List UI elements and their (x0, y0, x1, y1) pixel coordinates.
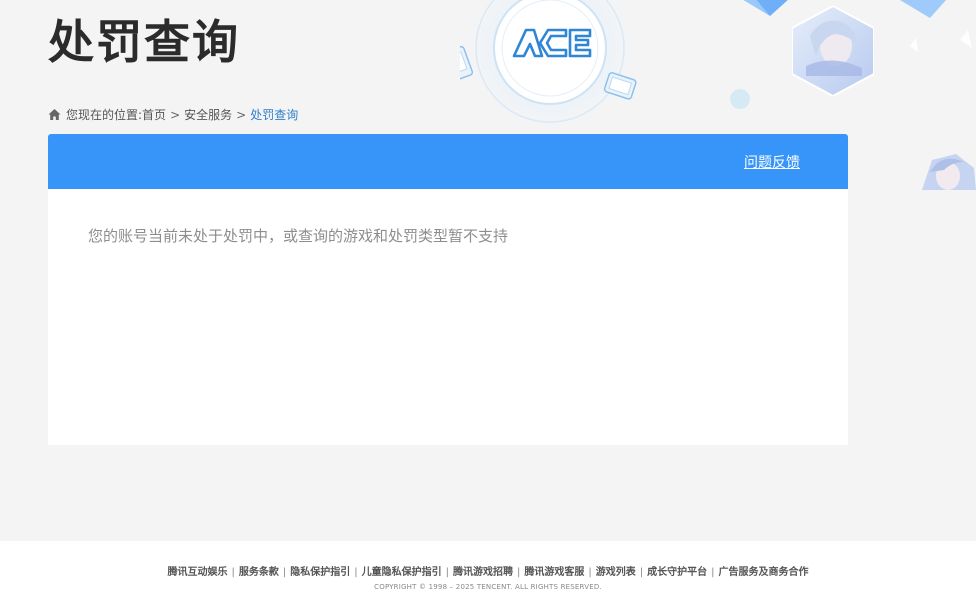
footer-separator: | (639, 567, 644, 578)
feedback-link[interactable]: 问题反馈 (744, 152, 800, 172)
copyright: COPYRIGHT © 1998 – 2025 TENCENT. ALL RIG… (374, 583, 602, 591)
footer-separator: | (282, 567, 287, 578)
footer-links: 腾讯互动娱乐 | 服务条款 | 隐私保护指引 | 儿童隐私保护指引 | 腾讯游戏招聘 | 腾讯游戏客… (0, 567, 976, 579)
footer-link-privacy[interactable]: 隐私保护指引 (290, 567, 350, 578)
footer: 腾讯互动娱乐 | 服务条款 | 隐私保护指引 | 儿童隐私保护指引 | 腾讯游戏招聘 | 腾讯游戏客… (0, 541, 976, 594)
home-icon (48, 109, 61, 120)
breadcrumb: 您现在的位置: 首页 > 安全服务 > 处罚查询 (48, 106, 298, 123)
footer-link-jobs[interactable]: 腾讯游戏招聘 (453, 567, 513, 578)
footer-separator: | (517, 567, 521, 578)
decor-bubble (730, 89, 750, 109)
card-header: 问题反馈 (48, 134, 848, 189)
result-card: 问题反馈 您的账号当前未处于处罚中，或查询的游戏和处罚类型暂不支持 (48, 134, 848, 445)
character-avatar-small (912, 152, 976, 190)
footer-link-growth-guard[interactable]: 成长守护平台 (647, 567, 707, 578)
breadcrumb-separator: > (236, 107, 247, 122)
footer-link-tencent-games[interactable]: 腾讯互动娱乐 (168, 567, 228, 578)
footer-link-child-privacy[interactable]: 儿童隐私保护指引 (362, 567, 442, 578)
card-body: 您的账号当前未处于处罚中，或查询的游戏和处罚类型暂不支持 (48, 189, 848, 282)
footer-separator: | (354, 567, 358, 578)
breadcrumb-prefix: 您现在的位置: (66, 108, 143, 122)
page-title: 处罚查询 (48, 15, 240, 69)
footer-link-game-list[interactable]: 游戏列表 (596, 567, 636, 578)
result-message: 您的账号当前未处于处罚中，或查询的游戏和处罚类型暂不支持 (88, 227, 509, 245)
breadcrumb-home-link[interactable]: 首页 (142, 106, 166, 123)
footer-link-ads-business[interactable]: 广告服务及商务合作 (719, 567, 809, 578)
footer-separator: | (231, 567, 235, 578)
breadcrumb-security-link[interactable]: 安全服务 (184, 106, 232, 123)
decor-shards (900, 0, 972, 52)
breadcrumb-current: 处罚查询 (250, 108, 299, 122)
footer-separator: | (445, 567, 449, 578)
breadcrumb-separator: > (170, 107, 181, 122)
footer-link-support[interactable]: 腾讯游戏客服 (524, 567, 584, 578)
footer-link-terms[interactable]: 服务条款 (239, 567, 279, 578)
footer-separator: | (711, 567, 715, 578)
character-avatar (792, 6, 874, 96)
ace-shield-logo (460, 0, 638, 136)
footer-separator: | (588, 567, 592, 578)
